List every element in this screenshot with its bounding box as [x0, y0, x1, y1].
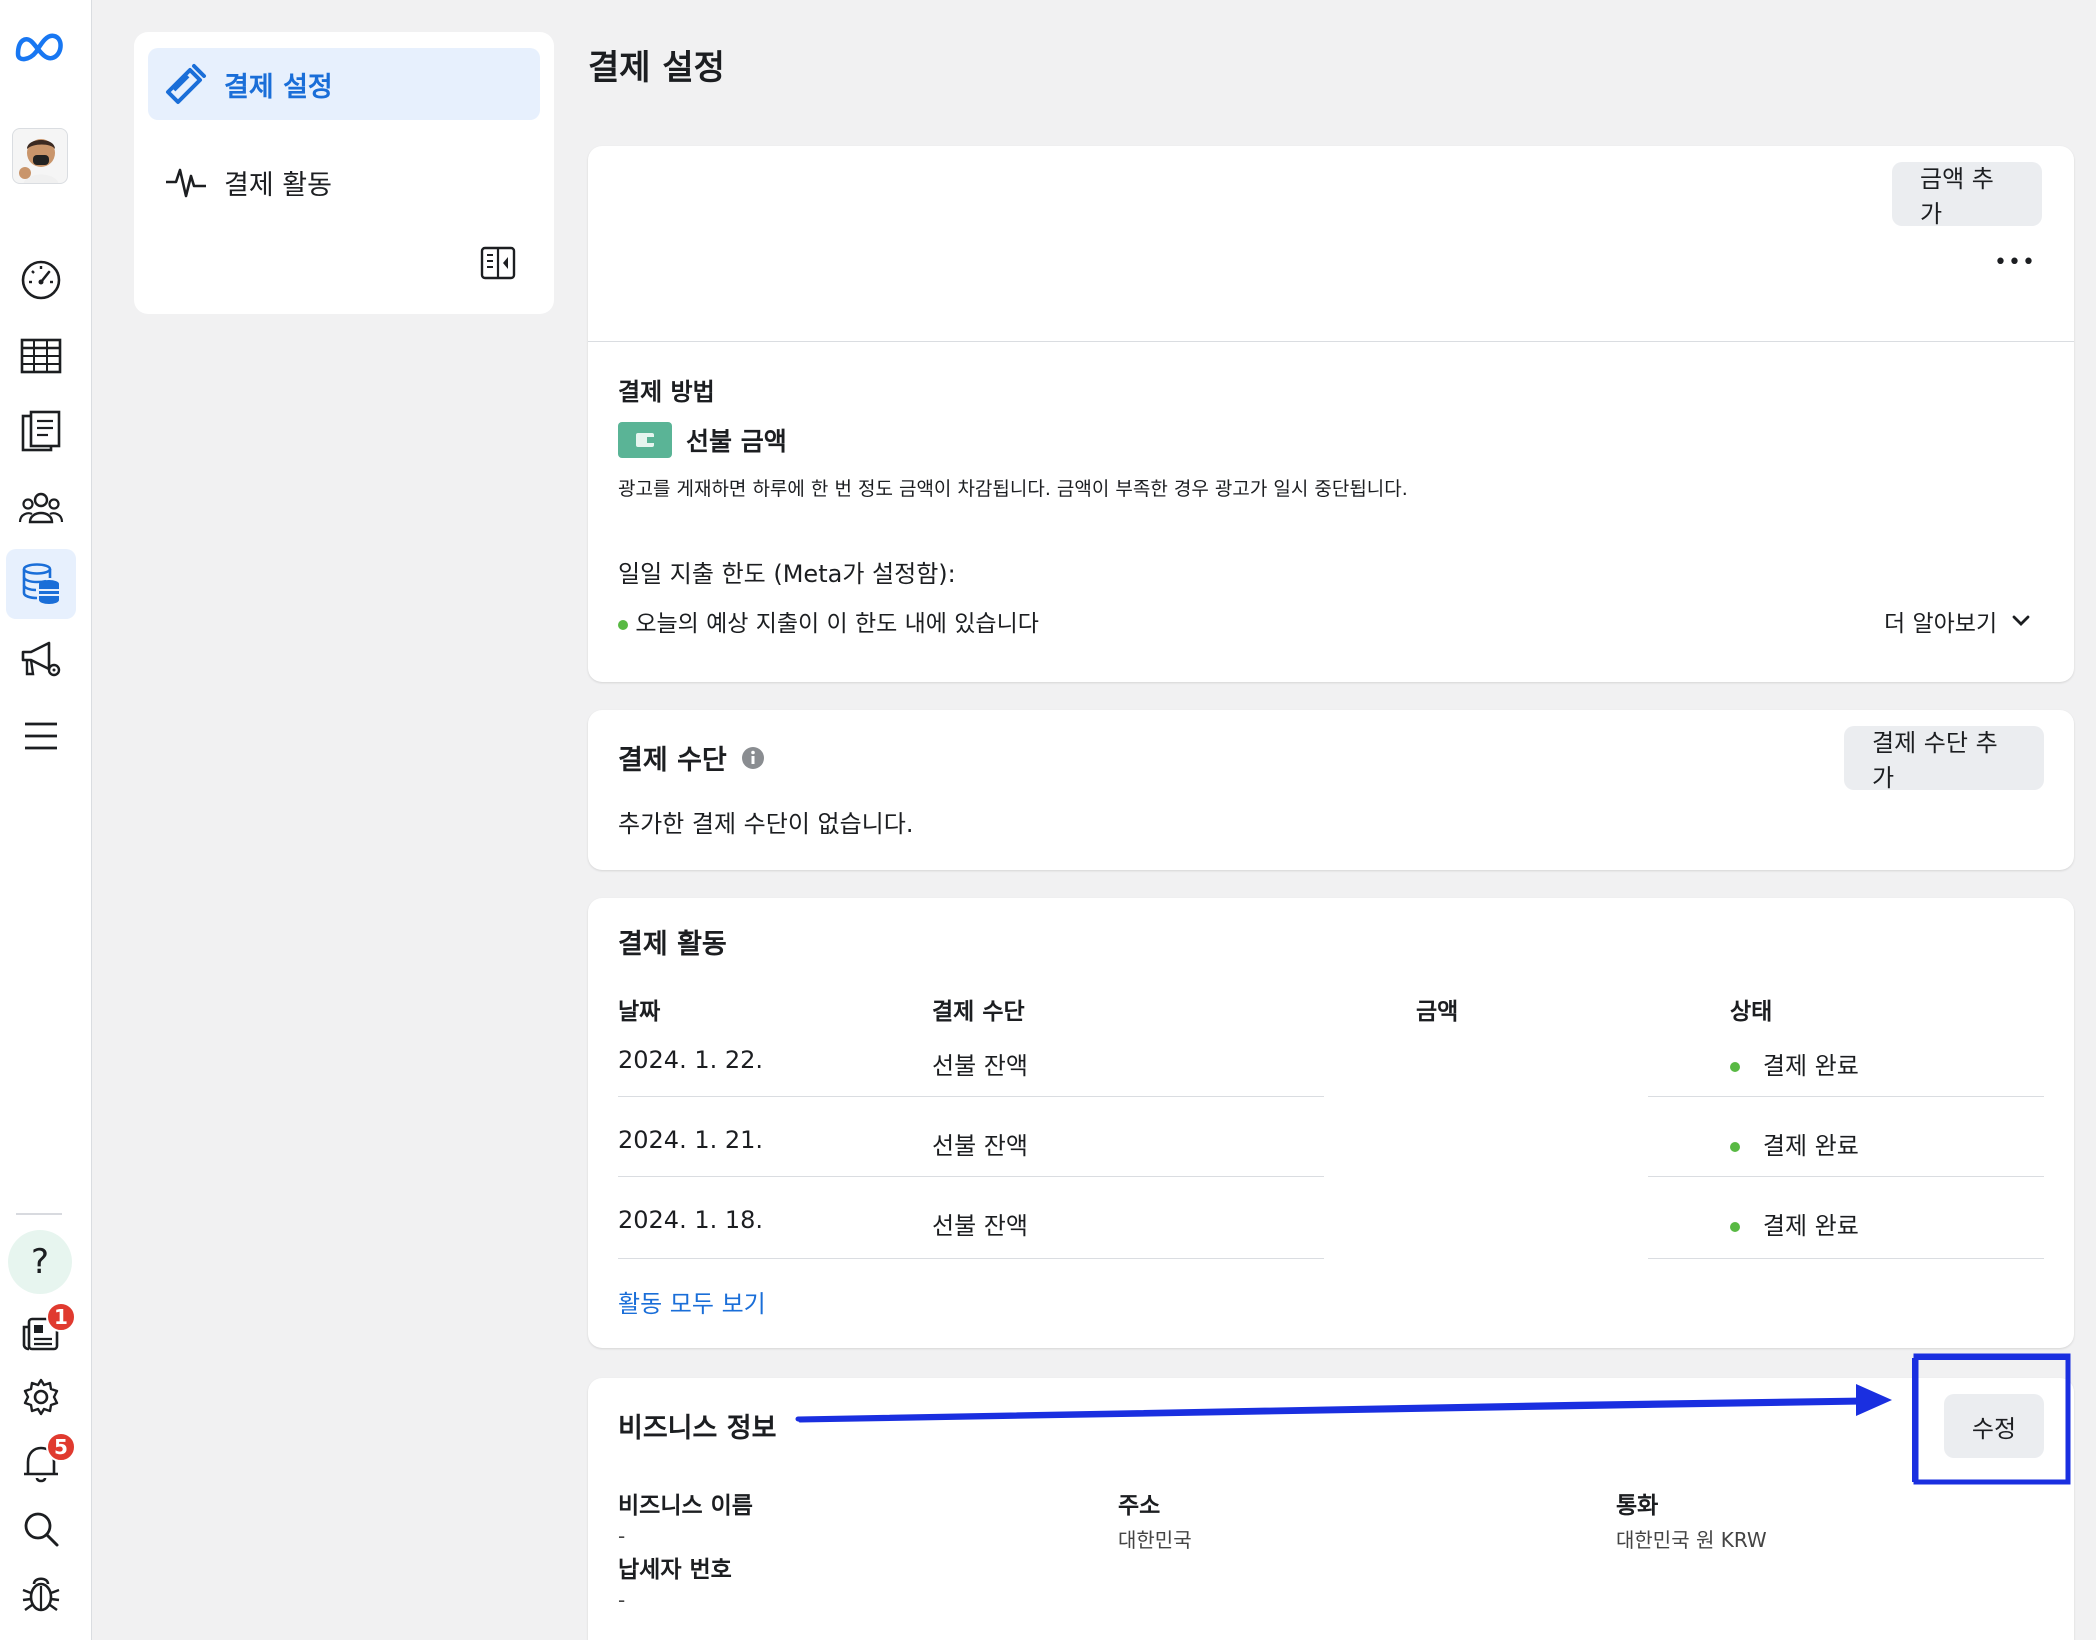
annotation-arrow-icon [795, 1384, 1892, 1423]
annotation-overlay [795, 1353, 2071, 1485]
annotation-highlight-box [1912, 1353, 2071, 1485]
